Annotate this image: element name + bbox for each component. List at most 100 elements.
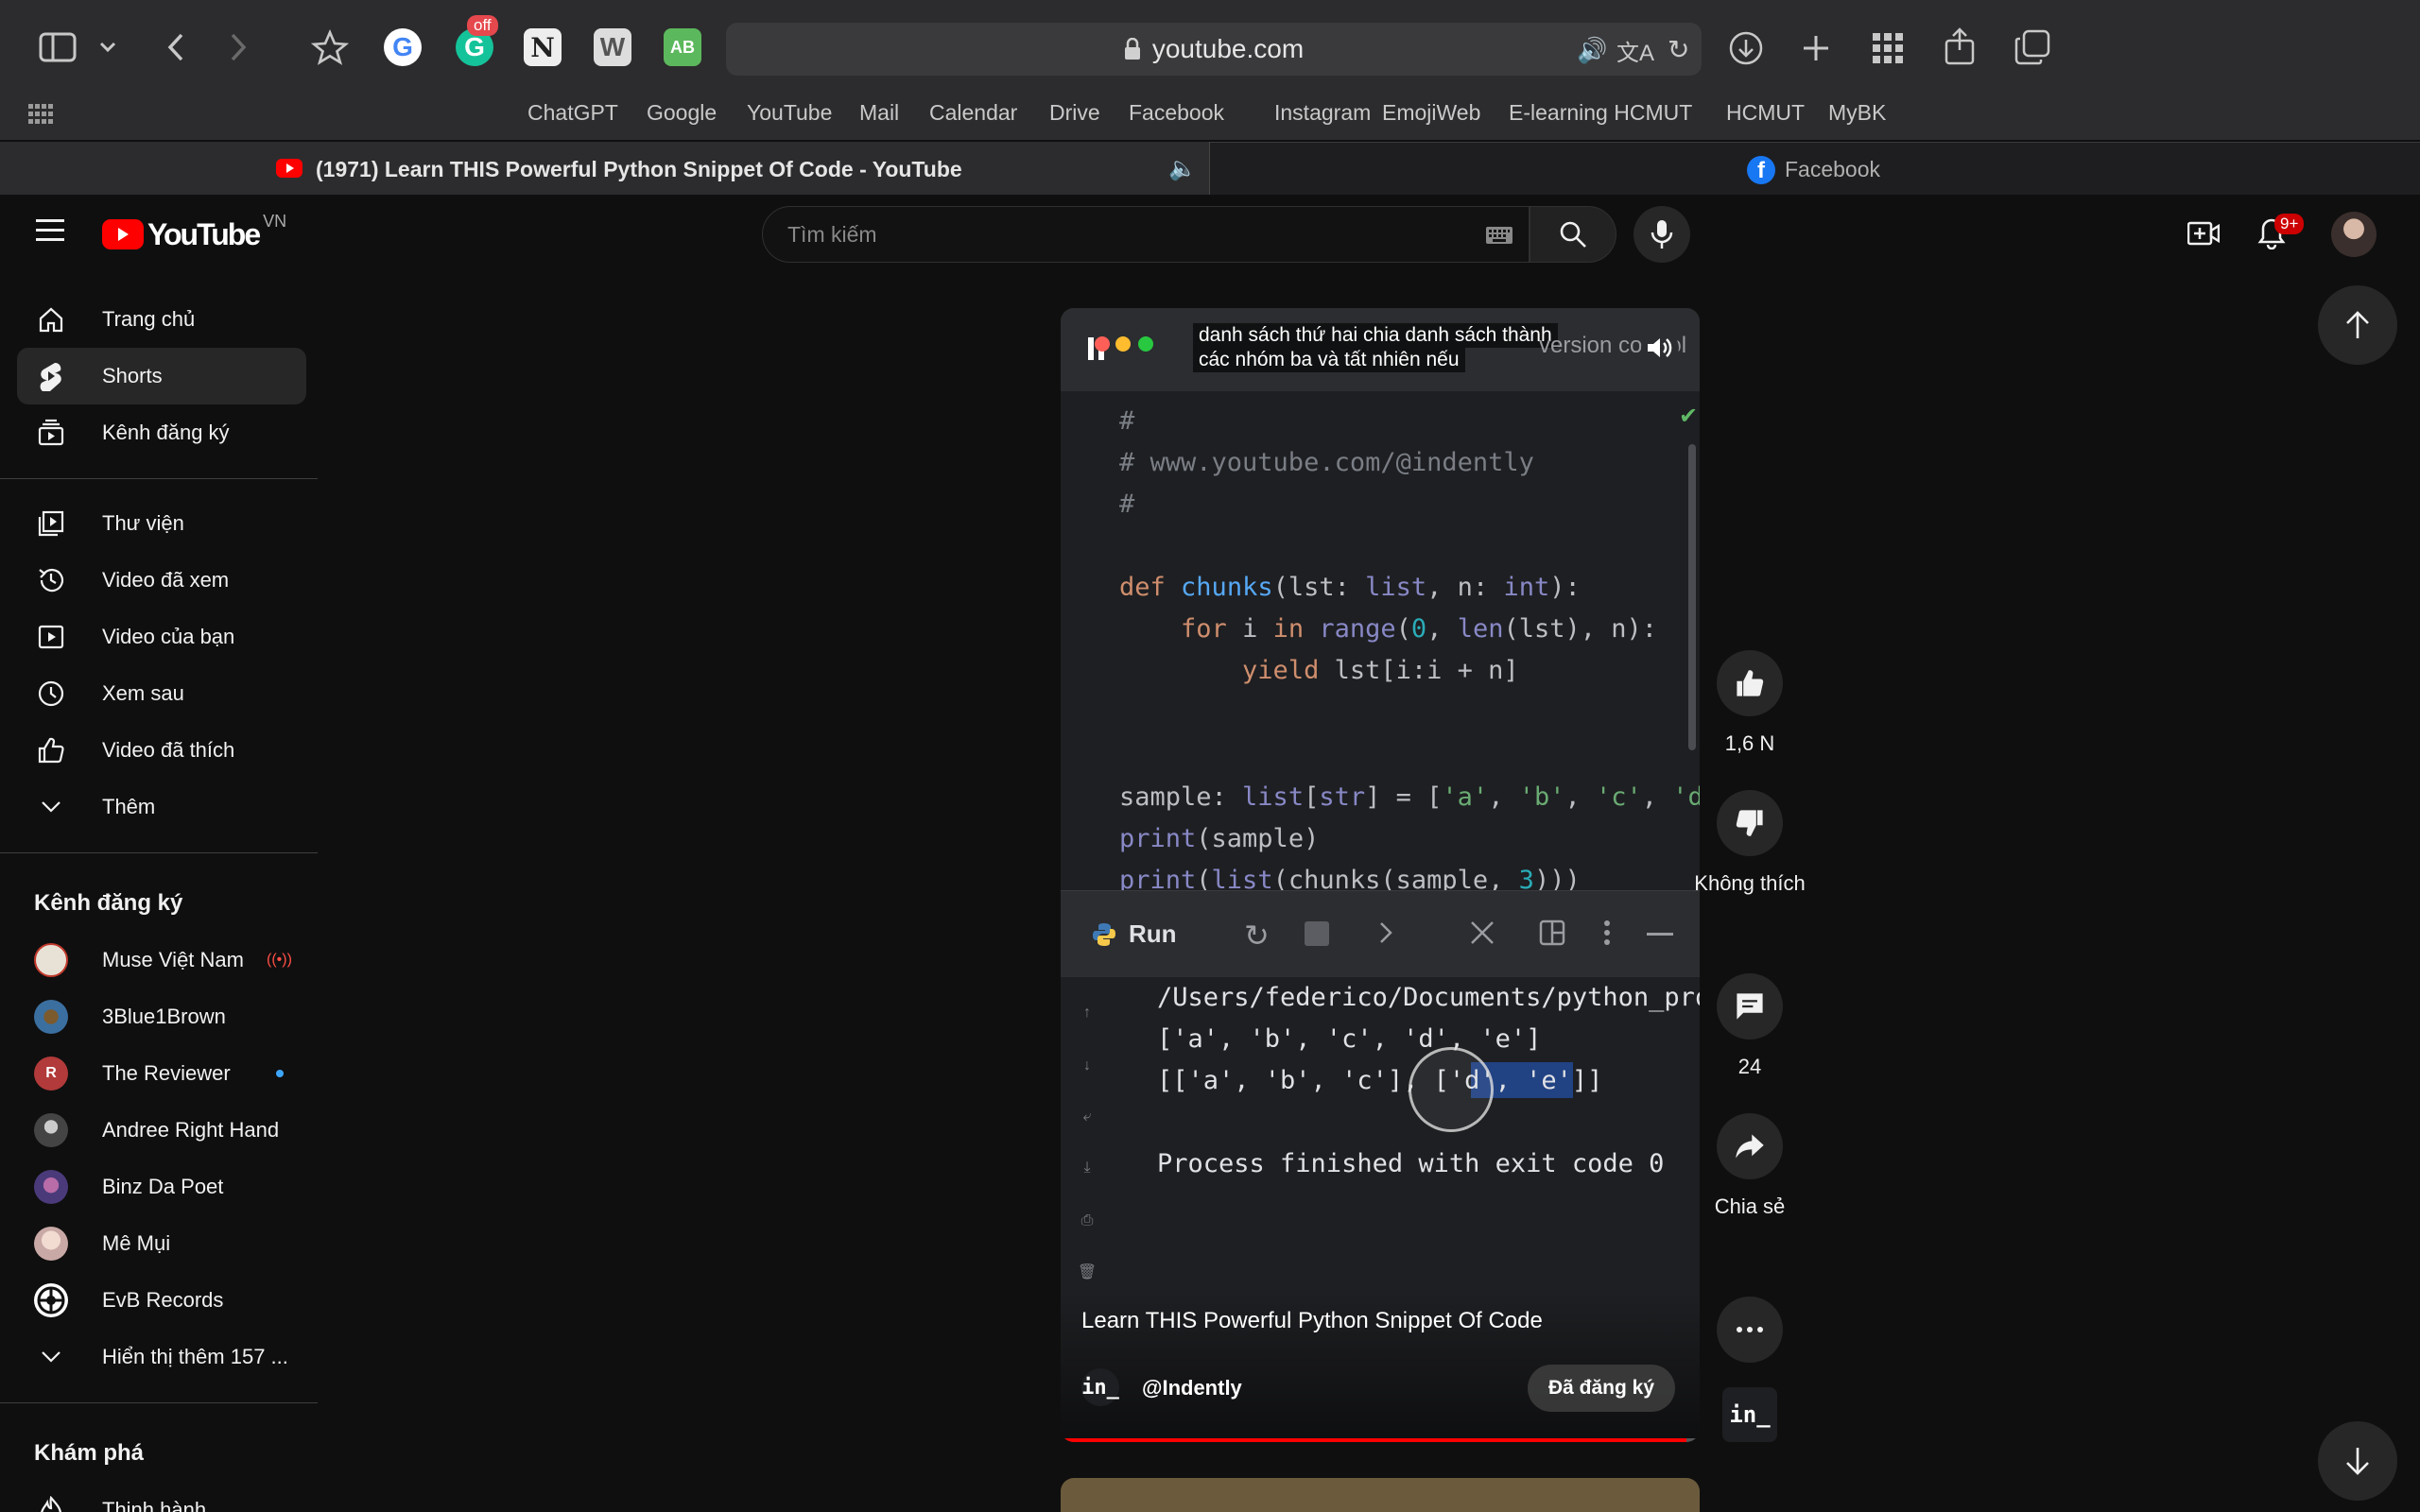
favorite-link[interactable]: Google — [647, 100, 717, 126]
shorts-icon — [34, 359, 68, 393]
sidebar-item-your-videos[interactable]: Video của bạn — [17, 609, 306, 665]
sidebar-item-trending[interactable]: Thịnh hành — [17, 1482, 306, 1512]
new-tab-icon[interactable] — [1796, 28, 1836, 68]
favorite-link[interactable]: E-learning HCMUT — [1509, 100, 1692, 126]
more-options-icon[interactable] — [1603, 919, 1611, 951]
favorite-link[interactable]: Drive — [1049, 100, 1100, 126]
show-more-subscriptions[interactable]: Hiển thị thêm 157 ... — [17, 1329, 306, 1385]
reload-icon[interactable]: ↻ — [1668, 34, 1689, 65]
subscription-item[interactable]: R The Reviewer — [17, 1045, 306, 1102]
dislike-button[interactable] — [1717, 790, 1783, 856]
sidebar-item-home[interactable]: Trang chủ — [17, 291, 306, 348]
stop-icon[interactable] — [1305, 921, 1329, 946]
subscribe-label: Đã đăng ký — [1547, 1377, 1655, 1399]
favorite-link[interactable]: MyBK — [1828, 100, 1886, 126]
forward-icon[interactable] — [219, 28, 257, 66]
scroll-down-icon[interactable]: ↓ — [1072, 1051, 1102, 1081]
notion-extension-icon[interactable]: N — [524, 28, 562, 66]
subscription-item[interactable]: Mê Mụi — [17, 1215, 306, 1272]
favorite-link[interactable]: YouTube — [747, 100, 832, 126]
translate-icon[interactable]: 文A — [1616, 34, 1654, 67]
sidebar-item-liked-videos[interactable]: Video đã thích — [17, 722, 306, 779]
back-icon[interactable] — [157, 28, 195, 66]
tab-audio-icon[interactable]: 🔈 — [1168, 155, 1197, 182]
volume-icon[interactable] — [1641, 331, 1679, 365]
progress-bar-track[interactable] — [1061, 1438, 1700, 1442]
like-button[interactable] — [1717, 650, 1783, 716]
trash-icon[interactable]: 🗑 — [1072, 1257, 1102, 1287]
short-video-player[interactable]: danh sách thứ hai chia danh sách thành c… — [1061, 308, 1700, 1442]
subscription-item[interactable]: EvB Records — [17, 1272, 306, 1329]
favorite-link[interactable]: HCMUT — [1726, 100, 1805, 126]
next-short-button[interactable] — [2318, 1421, 2397, 1501]
sidebar-item-label: Xem sau — [102, 681, 184, 705]
subscription-item[interactable]: Binz Da Poet — [17, 1159, 306, 1215]
subscribe-button[interactable]: Đã đăng ký — [1528, 1365, 1675, 1412]
create-video-icon[interactable] — [2187, 219, 2221, 252]
scroll-up-icon[interactable]: ↑ — [1072, 998, 1102, 1028]
sound-source-logo-text: in_ — [1729, 1401, 1771, 1428]
favorite-link[interactable]: Instagram — [1274, 100, 1371, 126]
favorite-link[interactable]: Mail — [859, 100, 899, 126]
bookmark-star-icon[interactable] — [308, 26, 352, 70]
speaker-icon[interactable]: 🔊 — [1577, 36, 1607, 65]
subscription-item[interactable]: Muse Việt Nam ((•)) — [17, 932, 306, 988]
downloads-icon[interactable] — [1726, 28, 1766, 68]
search-button[interactable] — [1530, 206, 1616, 263]
previous-short-button[interactable] — [2318, 285, 2397, 365]
chevron-down-icon[interactable] — [95, 34, 121, 60]
share-icon[interactable] — [1940, 25, 1979, 68]
sidebar-toggle-icon[interactable] — [36, 28, 79, 66]
next-short-preview[interactable] — [1061, 1478, 1700, 1512]
your-videos-icon — [34, 620, 68, 654]
sidebar-item-library[interactable]: Thư viện — [17, 495, 306, 552]
python-icon — [1091, 921, 1117, 948]
youtube-logo[interactable]: YouTube VN — [102, 212, 286, 253]
sidebar-item-watch-later[interactable]: Xem sau — [17, 665, 306, 722]
soft-wrap-icon[interactable]: ⤶ — [1072, 1102, 1102, 1132]
sidebar-item-shorts[interactable]: Shorts — [17, 348, 306, 404]
comments-button[interactable] — [1717, 973, 1783, 1040]
sound-source-thumbnail[interactable]: in_ — [1722, 1387, 1777, 1442]
scroll-to-end-icon[interactable]: ⤓ — [1072, 1153, 1102, 1183]
keyboard-icon[interactable] — [1485, 226, 1513, 249]
subscription-item[interactable]: Andree Right Hand — [17, 1102, 306, 1159]
share-button[interactable] — [1717, 1113, 1783, 1179]
favorites-grid-icon[interactable] — [28, 104, 53, 129]
print-icon[interactable]: ⎙ — [1072, 1206, 1102, 1236]
more-actions-button[interactable] — [1717, 1297, 1783, 1363]
favorite-link[interactable]: Calendar — [929, 100, 1017, 126]
sidebar-divider — [0, 852, 318, 853]
translate-extension-icon[interactable]: AB — [664, 28, 701, 66]
url-text: youtube.com — [1151, 34, 1305, 63]
voice-search-button[interactable] — [1634, 206, 1690, 263]
apps-grid-icon[interactable] — [1868, 28, 1908, 68]
chevron-right-icon[interactable] — [1378, 919, 1393, 951]
favorite-link[interactable]: EmojiWeb — [1382, 100, 1480, 126]
favorite-link[interactable]: ChatGPT — [527, 100, 618, 126]
channel-avatar[interactable]: in_ — [1081, 1368, 1119, 1406]
editor-scrollbar[interactable] — [1688, 444, 1696, 750]
rerun-icon[interactable]: ↻ — [1244, 918, 1270, 954]
menu-icon[interactable] — [36, 219, 66, 246]
sidebar-item-more[interactable]: Thêm — [17, 779, 306, 835]
sidebar-item-history[interactable]: Video đã xem — [17, 552, 306, 609]
channel-handle[interactable]: @Indently — [1142, 1376, 1242, 1400]
layout-icon[interactable] — [1539, 919, 1565, 951]
user-avatar[interactable] — [2331, 212, 2377, 257]
address-bar[interactable]: youtube.com 🔊 文A ↻ — [726, 23, 1702, 76]
sidebar-item-subscriptions[interactable]: Kênh đăng ký — [17, 404, 306, 461]
google-extension-icon[interactable]: G — [384, 28, 422, 66]
minimize-icon[interactable] — [1647, 933, 1673, 936]
favorite-link[interactable]: Facebook — [1129, 100, 1224, 126]
sidebar-divider — [0, 478, 318, 479]
code-line: # — [1119, 406, 1135, 436]
word-extension-icon[interactable]: W — [594, 28, 631, 66]
close-icon[interactable] — [1469, 919, 1495, 951]
subtitle-caption: danh sách thứ hai chia danh sách thành c… — [1193, 323, 1558, 372]
search-input[interactable]: Tìm kiếm — [762, 206, 1530, 263]
tab-overview-icon[interactable] — [2012, 26, 2053, 68]
arrow-up-icon — [2346, 311, 2369, 338]
short-title[interactable]: Learn THIS Powerful Python Snippet Of Co… — [1081, 1308, 1543, 1334]
subscription-item[interactable]: 3Blue1Brown — [17, 988, 306, 1045]
